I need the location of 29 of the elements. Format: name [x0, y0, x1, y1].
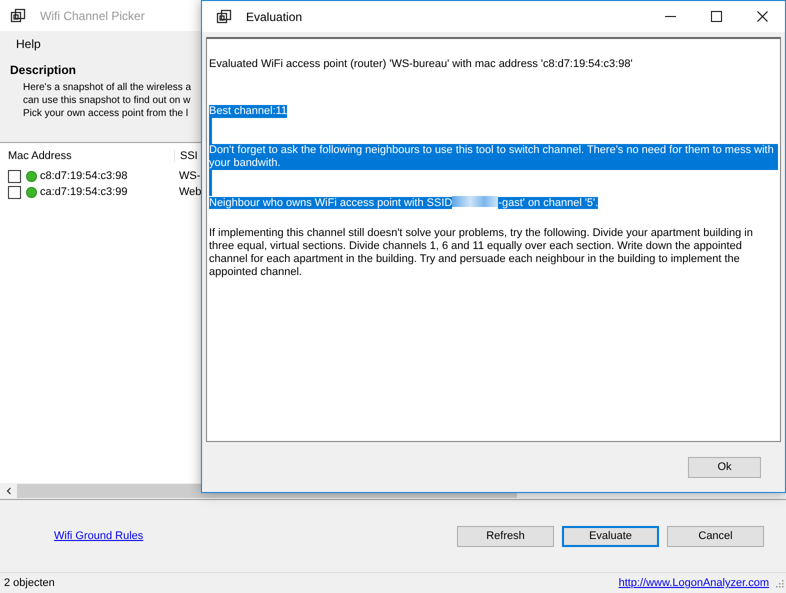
link[interactable]: Wifi Ground Rules: [54, 530, 144, 542]
button[interactable]: Refresh: [457, 526, 554, 546]
description-heading: Description: [10, 63, 76, 77]
blurred-text: [452, 196, 498, 207]
description-text: Pick your own access point from the l: [22, 107, 188, 120]
link[interactable]: http://www.LogonAnalyzer.com: [618, 577, 769, 589]
checkbox[interactable]: [8, 186, 21, 198]
resize-grip-icon[interactable]: [775, 578, 784, 588]
table-cell-text: c8:d7:19:54:c3:98: [40, 170, 128, 182]
column-header[interactable]: SSI: [180, 150, 198, 162]
app-icon: [10, 8, 26, 24]
description-text: Here's a snapshot of all the wireless a: [22, 81, 192, 94]
menu-item[interactable]: Help: [8, 36, 49, 50]
text-line: Evaluated WiFi access point (router) 'WS-bureau' with mac address 'c8:d7:19:54:c3:98': [209, 58, 633, 71]
button[interactable]: Cancel: [667, 526, 764, 546]
description-text: can use this snapshot to find out on w: [22, 94, 190, 107]
table-cell: Web: [179, 186, 202, 198]
table-cell: WS-: [179, 170, 200, 182]
window-title: Evaluation: [246, 10, 302, 24]
status-text: 2 objecten: [4, 577, 55, 589]
text-line: If implementing this channel still doesn't solve your problems, try the following. Divide your apartment building in three equal, virtual sections. Divide channels 1, 6 and 11 equally over each section. Write down the appointed channel for each apartment in the building. Try and persuade each neighbour in the building to implement the appointed channel.: [209, 227, 754, 279]
app-icon: [216, 8, 232, 24]
table-cell-text: ca:d7:19:54:c3:99: [40, 186, 128, 198]
window-title: Wifi Channel Picker: [40, 8, 145, 22]
column-header[interactable]: Mac Address: [0, 150, 175, 162]
button[interactable]: Evaluate: [562, 526, 659, 546]
text-area[interactable]: [206, 37, 781, 442]
ok-button[interactable]: Ok: [688, 456, 761, 478]
checkbox[interactable]: [8, 170, 21, 182]
